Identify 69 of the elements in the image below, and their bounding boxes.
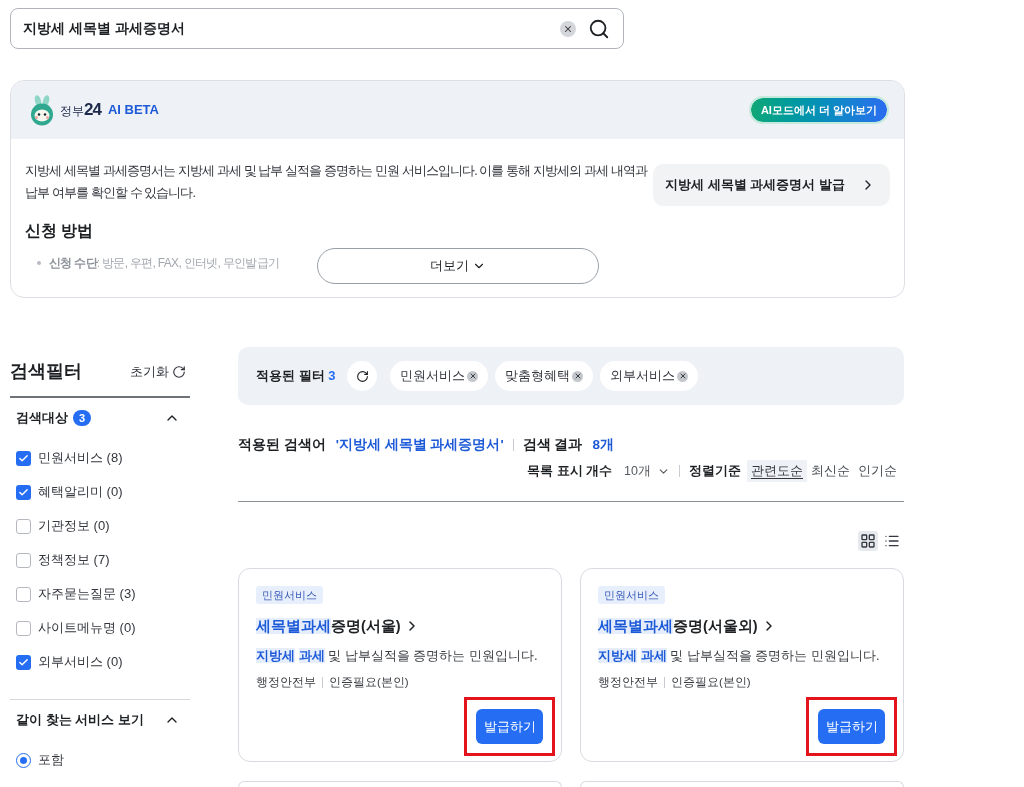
grid-icon[interactable]	[858, 531, 878, 551]
sort-option[interactable]: 관련도순	[747, 460, 807, 482]
sort-option[interactable]: 인기순	[854, 460, 901, 482]
card-meta-text: 행정안전부	[598, 675, 658, 690]
issue-button[interactable]: 발급하기	[476, 709, 543, 744]
option-label[interactable]: 사이트메뉴명 (0)	[38, 618, 136, 638]
query-text: '지방세 세목별 과세증명서'	[335, 435, 504, 454]
service-description: 지방세 과세 및 납부실적을 증명하는 민원입니다.	[256, 647, 539, 665]
card-meta-text: 인증필요(본인)	[329, 675, 409, 690]
option-label[interactable]: 혜택알리미 (0)	[38, 482, 123, 502]
method-text: 신청 수단: 방문, 우편, FAX, 인터넷, 무인발급기	[49, 255, 280, 272]
option-label[interactable]: 기관정보 (0)	[38, 516, 110, 536]
filter-chip[interactable]: 외부서비스	[600, 361, 699, 391]
card-meta-text: 인증필요(본인)	[671, 675, 751, 690]
filter-group-title: 같이 찾는 서비스 보기	[16, 711, 144, 730]
sort-label: 정렬기준	[689, 462, 741, 480]
search-field[interactable]: 지방세 세목별 과세증명서	[10, 8, 624, 49]
checkbox[interactable]	[16, 654, 31, 670]
checkbox[interactable]	[16, 586, 31, 602]
option-label[interactable]: 자주묻는질문 (3)	[38, 584, 136, 604]
refresh-icon	[172, 364, 186, 379]
section-heading: 신청 방법	[25, 221, 95, 241]
search-icon[interactable]	[588, 17, 610, 40]
summary-paragraph: 지방세 세목별 과세증명서는 지방세 과세 및 납부 실적을 증명하는 민원 서비스입니다. 이를 통해 지방세의 과세 내역과 납부 여부를 확인할 수 있습니다.	[25, 163, 649, 202]
reset-button[interactable]: 초기화	[130, 361, 186, 382]
service-description: 지방세 과세 및 납부실적을 증명하는 민원입니다.	[598, 647, 881, 665]
checkbox[interactable]	[16, 552, 31, 568]
checkbox[interactable]	[16, 450, 31, 466]
applied-filter-label: 적용된 필터 3	[256, 367, 336, 386]
filter-chip[interactable]: 민원서비스	[390, 361, 489, 391]
more-button[interactable]: 더보기	[316, 248, 599, 284]
category-tag: 민원서비스	[256, 586, 323, 604]
reset-filters-button[interactable]	[347, 361, 378, 391]
filter-group-title: 검색대상	[16, 409, 68, 428]
service-title-link[interactable]: 세목별과세증명(서울외)	[598, 615, 777, 637]
remove-icon[interactable]	[677, 370, 689, 382]
result-label: 검색 결과	[522, 435, 583, 454]
refresh-icon	[356, 369, 369, 383]
option-label[interactable]: 민원서비스 (8)	[38, 448, 123, 468]
check-icon	[18, 656, 29, 668]
bunny-mascot-icon	[28, 94, 56, 126]
filter-panel-title: 검색필터	[10, 360, 82, 383]
page-size-label: 목록 표시 개수	[527, 462, 613, 480]
bullet-icon	[37, 261, 41, 265]
card-meta-text: 행정안전부	[256, 675, 316, 690]
option-label[interactable]: 포함	[38, 750, 64, 770]
sort-option[interactable]: 최신순	[807, 460, 854, 482]
query-label: 적용된 검색어	[238, 435, 326, 454]
radio-button[interactable]	[16, 752, 31, 768]
checkbox[interactable]	[16, 518, 31, 534]
checkbox[interactable]	[16, 620, 31, 636]
ai-beta-label: AI BETA	[107, 101, 159, 120]
issue-link-card[interactable]: 지방세 세목별 과세증명서 발급	[653, 164, 890, 206]
service-title-link[interactable]: 세목별과세증명(서울)	[256, 615, 420, 637]
category-tag: 민원서비스	[598, 586, 665, 604]
check-icon	[18, 452, 29, 464]
brand-logo-text: 정부24	[60, 99, 101, 122]
remove-icon[interactable]	[572, 370, 584, 382]
remove-icon[interactable]	[467, 370, 479, 382]
page-size-dropdown[interactable]: 10개	[624, 461, 670, 481]
check-icon	[18, 486, 29, 498]
filter-chip[interactable]: 맞춤형혜택	[495, 361, 594, 391]
issue-button[interactable]: 발급하기	[818, 709, 885, 744]
option-label[interactable]: 정책정보 (7)	[38, 550, 110, 570]
result-count: 8개	[592, 435, 614, 454]
checkbox[interactable]	[16, 484, 31, 500]
option-label[interactable]: 외부서비스 (0)	[38, 652, 123, 672]
count-badge: 3	[73, 410, 91, 426]
ai-mode-button[interactable]: AI모드에서 더 알아보기	[748, 96, 889, 124]
